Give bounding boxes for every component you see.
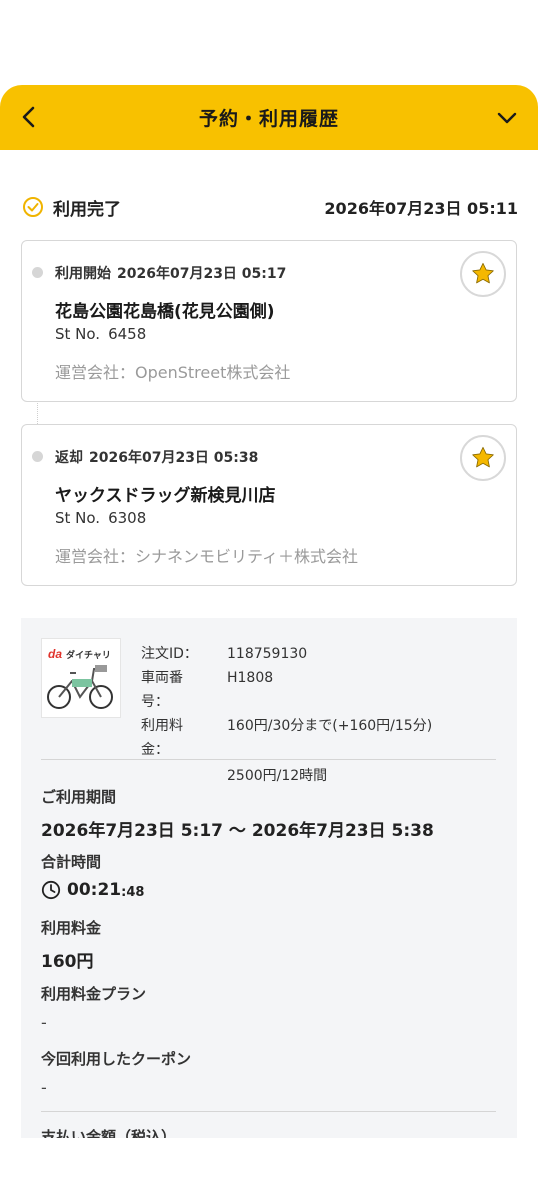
fee-label: 利用料金： (141, 718, 183, 758)
plan-value: - (41, 1013, 47, 1032)
period-value: 2026年7月23日 5:17 〜 2026年7月23日 5:38 (41, 821, 434, 841)
st-no-value: 6458 (108, 325, 147, 343)
fee-line-1: 160円/30分まで(+160円/15分) (227, 718, 433, 734)
end-label: 返却 (55, 450, 83, 466)
end-station-card[interactable]: 返却 2026年07月23日 05:38 ヤックスドラッグ新検見川店 St No.… (21, 424, 517, 586)
start-station-number: St No. 6458 (55, 325, 146, 343)
usage-fee-value: 160円 (41, 952, 94, 972)
start-label: 利用開始 (55, 266, 111, 282)
app-header: 予約・利用履歴 (0, 85, 538, 150)
divider (41, 759, 496, 760)
plan-label: 利用料金プラン (41, 985, 147, 1003)
check-circle-icon (23, 197, 43, 217)
start-time-line: 利用開始 2026年07月23日 05:17 (55, 263, 286, 283)
period-label: ご利用期間 (41, 788, 117, 806)
total-time-seconds: :48 (121, 884, 145, 900)
payment-label: 支払い金額（税込） (41, 1128, 177, 1138)
total-time-value: 00:21:48 (41, 880, 144, 900)
favorite-button[interactable] (460, 435, 506, 481)
coupon-label: 今回利用したクーポン (41, 1050, 192, 1068)
fee-line-2: 2500円/12時間 (227, 768, 328, 784)
st-no-value: 6308 (108, 509, 147, 527)
usage-status-row: 利用完了 2026年07月23日 05:11 (22, 190, 518, 224)
clock-icon (41, 880, 61, 900)
end-datetime: 2026年07月23日 05:38 (89, 450, 259, 466)
usage-fee-label: 利用料金 (41, 919, 102, 937)
status-datetime: 2026年07月23日 05:11 (324, 199, 518, 218)
end-station-number: St No. 6308 (55, 509, 146, 527)
start-operator: 運営会社：OpenStreet株式会社 (55, 363, 291, 382)
order-info: 注文ID： 118759130 車両番号： H1808 利用料金： 160円/30分ま… (141, 642, 432, 788)
vehicle-value: H1808 (227, 670, 274, 686)
coupon-value: - (41, 1078, 47, 1097)
end-operator: 運営会社：シナネンモビリティ＋株式会社 (55, 547, 359, 566)
brand-logo-text: ダイチャリ (66, 649, 111, 661)
chevron-down-icon[interactable] (494, 105, 520, 131)
end-station-name: ヤックスドラッグ新検見川店 (55, 486, 276, 506)
divider (41, 1111, 496, 1112)
bike-image: da ダイチャリ (41, 638, 121, 718)
svg-text:da: da (48, 647, 62, 661)
total-time-label: 合計時間 (41, 853, 102, 871)
timeline-dot (32, 267, 43, 278)
order-id-label: 注文ID： (141, 646, 198, 662)
star-icon (472, 446, 494, 468)
favorite-button[interactable] (460, 251, 506, 297)
status-label: 利用完了 (53, 199, 121, 220)
st-no-label: St No. (55, 509, 101, 527)
st-no-label: St No. (55, 325, 101, 343)
vehicle-label: 車両番号： (141, 670, 183, 710)
star-icon (472, 262, 494, 284)
order-id-value: 118759130 (227, 646, 308, 662)
end-time-line: 返却 2026年07月23日 05:38 (55, 447, 258, 467)
start-station-name: 花島公園花島橋(花見公園側) (55, 302, 275, 322)
total-time-hm: 00:21 (67, 880, 122, 900)
page-title: 予約・利用履歴 (198, 108, 339, 130)
start-station-card[interactable]: 利用開始 2026年07月23日 05:17 花島公園花島橋(花見公園側) St … (21, 240, 517, 402)
back-arrow-icon[interactable] (14, 101, 44, 133)
timeline-dot (32, 451, 43, 462)
usage-detail-panel: da ダイチャリ 注文ID： 118759130 車両番号： H1808 利用料金：… (21, 618, 517, 1138)
start-datetime: 2026年07月23日 05:17 (117, 266, 287, 282)
